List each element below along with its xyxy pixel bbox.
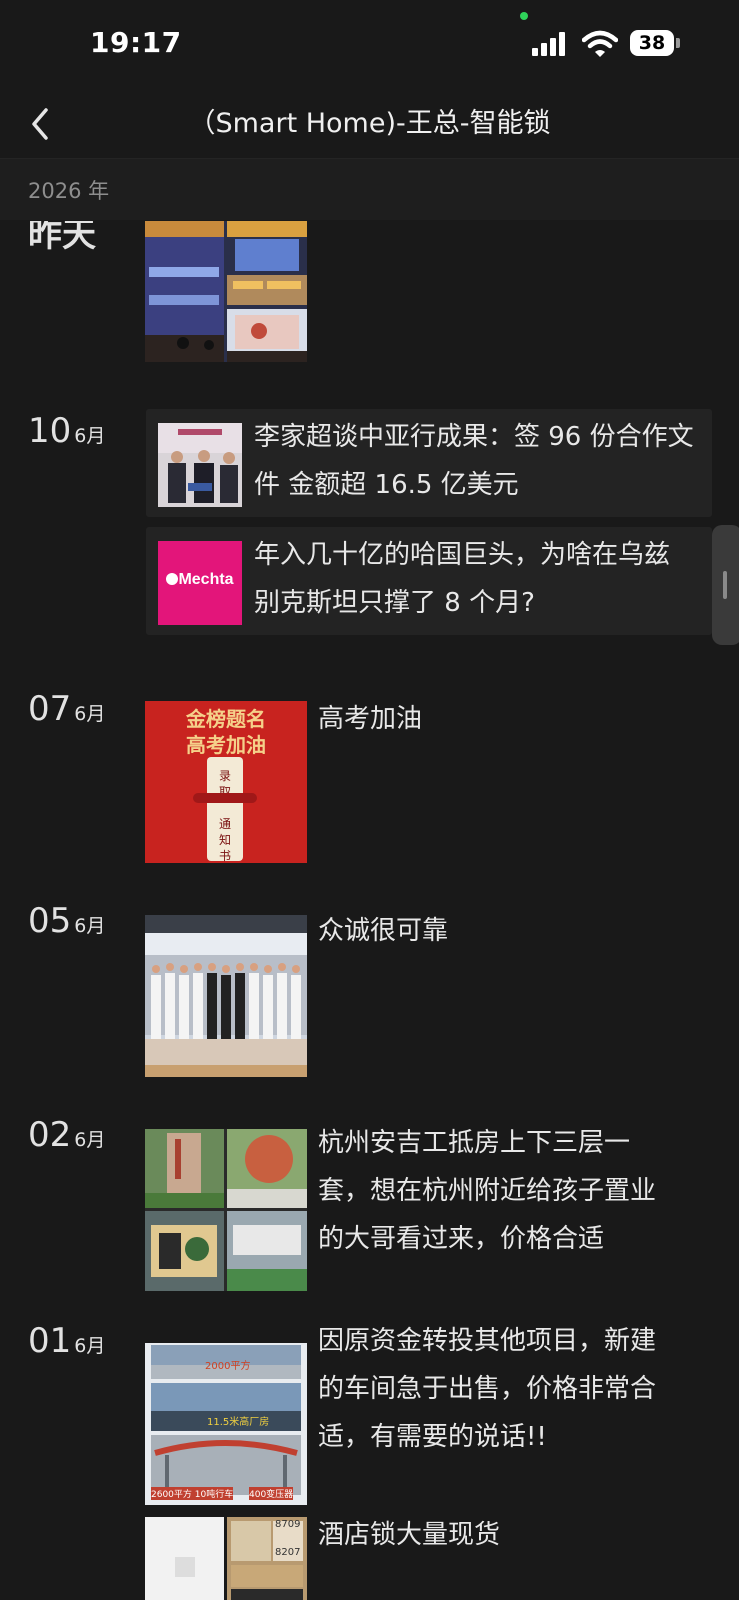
post-date-07: 07 6月 (28, 689, 106, 729)
post-date-05: 05 6月 (28, 901, 106, 941)
year-label: 2026 年 (28, 179, 110, 203)
year-header: 2026 年 (0, 159, 739, 220)
cellular-signal-icon (532, 32, 572, 56)
scroll-graphic: 录 取 通 知 书 (207, 757, 243, 863)
scroll-handle[interactable] (712, 525, 739, 645)
thumb-label: 2000平方 (205, 1361, 251, 1372)
post-thumbnail[interactable] (145, 1129, 307, 1291)
play-icon (166, 573, 179, 585)
article-title: 年入几十亿的哈国巨头，为啥在乌兹别克斯坦只撑了 8 个月? (254, 540, 671, 618)
poster-line: 金榜题名 (186, 707, 266, 731)
privacy-indicator-icon (520, 12, 528, 20)
brand-logo: Mechta (178, 571, 234, 588)
thumb-label: 8709 (275, 1519, 301, 1530)
post-date-10: 10 6月 (28, 411, 106, 451)
post-thumbnail[interactable]: 金榜题名 高考加油 录 取 通 知 书 (145, 701, 307, 863)
poster-line: 高考加油 (186, 733, 266, 757)
post-thumbnail[interactable] (145, 915, 307, 1077)
post-text: 众诚很可靠 (318, 916, 449, 946)
shared-article-card[interactable]: 李家超谈中亚行成果：签 96 份合作文件 金额超 16.5 亿美元 (146, 409, 712, 517)
thumb-label: 400变压器 (249, 1487, 294, 1500)
back-chevron-icon[interactable] (24, 102, 68, 146)
post-text: 高考加油 (318, 704, 423, 734)
post-thumbnail[interactable]: 8709 8207 (145, 1517, 307, 1600)
battery-icon: 38 (630, 30, 674, 56)
article-thumbnail (158, 423, 242, 507)
post-text: 酒店锁大量现货 (318, 1520, 501, 1550)
wifi-icon (582, 30, 618, 57)
moments-feed[interactable]: 昨天 10 6月 李家超谈中亚行成果：签 96 份合作文件 金额超 16.5 亿… (0, 221, 739, 1600)
page-title: （Smart Home)-王总-智能锁 (188, 108, 551, 139)
thumb-label: 11.5米高厂房 (207, 1417, 270, 1428)
post-text: 因原资金转投其他项目，新建的车间急于出售，价格非常合适，有需要的说话!! (318, 1326, 657, 1452)
post-thumbnail[interactable]: 2000平方 11.5米高厂房 2600平方 10吨行车 400变压器 (145, 1343, 307, 1505)
ribbon-bow (193, 793, 257, 803)
post-thumbnail[interactable] (145, 221, 307, 362)
battery-tip (676, 38, 680, 48)
status-time: 19:17 (90, 26, 182, 59)
post-date-02: 02 6月 (28, 1115, 106, 1155)
post-text: 杭州安吉工抵房上下三层一套，想在杭州附近给孩子置业的大哥看过来，价格合适 (318, 1128, 657, 1254)
article-thumbnail: Mechta (158, 541, 242, 625)
article-title: 李家超谈中亚行成果：签 96 份合作文件 金额超 16.5 亿美元 (254, 422, 694, 500)
post-date-01: 01 6月 (28, 1321, 106, 1361)
status-bar: 19:17 38 (0, 0, 739, 92)
yesterday-label: 昨天 (28, 221, 96, 255)
shared-article-card[interactable]: Mechta 年入几十亿的哈国巨头，为啥在乌兹别克斯坦只撑了 8 个月? (146, 527, 712, 635)
nav-bar: （Smart Home)-王总-智能锁 (0, 92, 739, 159)
thumb-label: 2600平方 10吨行车 (151, 1487, 234, 1500)
thumb-label: 8207 (275, 1547, 301, 1558)
